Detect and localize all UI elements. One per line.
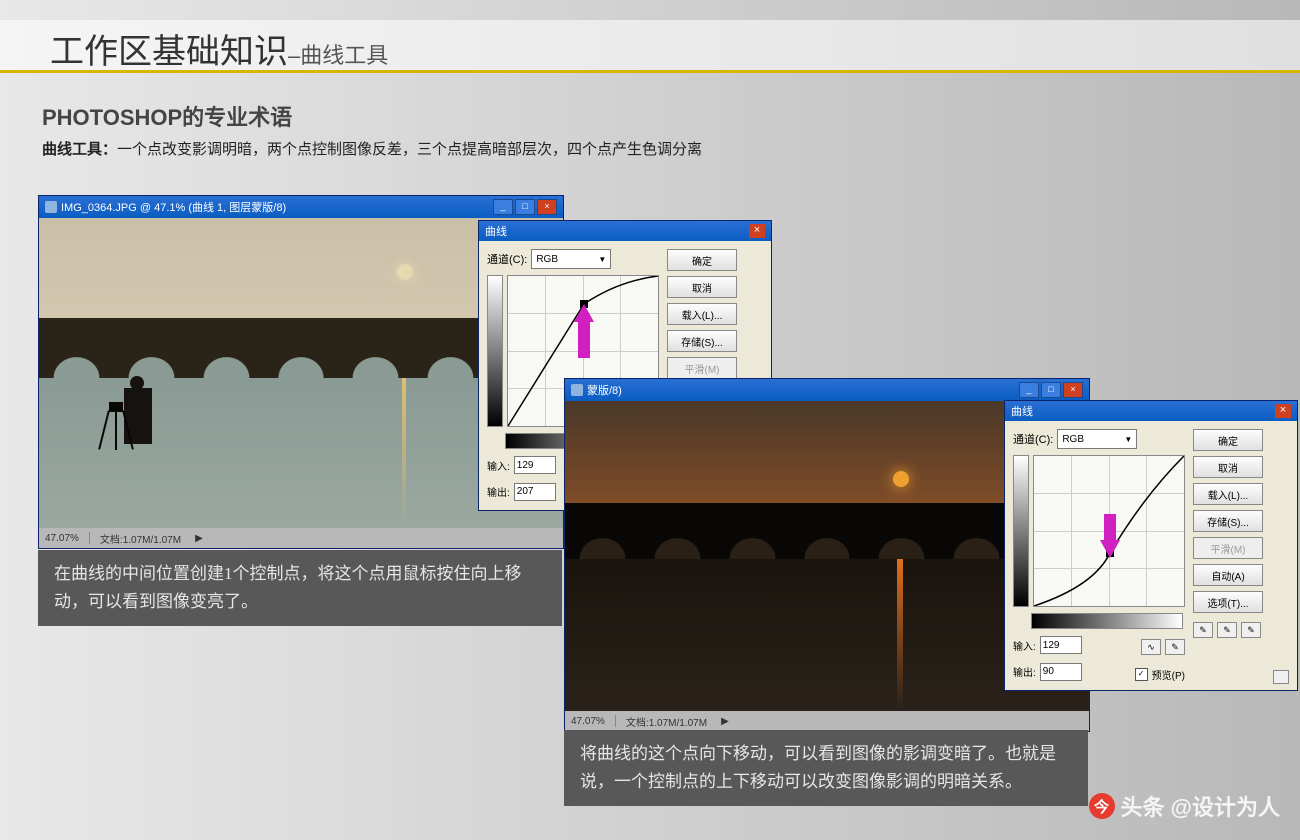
watermark: 今 头条 @设计为人 bbox=[1089, 790, 1280, 822]
doc-size: 文档:1.07M/1.07M bbox=[100, 531, 181, 546]
watermark-brand: 头条 bbox=[1121, 790, 1165, 822]
save-button[interactable]: 存储(S)... bbox=[1193, 510, 1263, 532]
sun-icon bbox=[397, 264, 413, 280]
minimize-button[interactable]: _ bbox=[493, 199, 513, 215]
pencil-tool-icon[interactable]: ✎ bbox=[1165, 639, 1185, 655]
vertical-gradient bbox=[487, 275, 503, 427]
down-arrow-icon bbox=[1100, 540, 1120, 558]
input-field[interactable] bbox=[514, 456, 556, 474]
chevron-down-icon: ▼ bbox=[598, 255, 606, 264]
chevron-down-icon: ▼ bbox=[1124, 435, 1132, 444]
tool-label: 曲线工具： bbox=[42, 141, 117, 158]
close-icon[interactable]: × bbox=[749, 224, 765, 238]
sun-icon bbox=[893, 471, 909, 487]
window-controls: _ □ × bbox=[1019, 382, 1083, 398]
window-titlebar[interactable]: IMG_0364.JPG @ 47.1% (曲线 1, 图层蒙版/8) _ □ … bbox=[39, 196, 563, 218]
output-field[interactable] bbox=[514, 483, 556, 501]
curve-tool-icon[interactable]: ∿ bbox=[1141, 639, 1161, 655]
options-button[interactable]: 选项(T)... bbox=[1193, 591, 1263, 613]
close-icon[interactable]: × bbox=[1275, 404, 1291, 418]
curves-dialog-2[interactable]: 曲线 × 通道(C): RGB ▼ bbox=[1004, 400, 1298, 691]
channel-value: RGB bbox=[1062, 434, 1084, 445]
title-strip: 工作区基础知识–曲线工具 bbox=[0, 20, 1300, 73]
close-button[interactable]: × bbox=[537, 199, 557, 215]
dialog-title: 曲线 bbox=[485, 223, 507, 239]
title-main: 工作区基础知识 bbox=[50, 33, 288, 71]
maximize-button[interactable]: □ bbox=[1041, 382, 1061, 398]
zoom-level[interactable]: 47.07% bbox=[571, 716, 605, 727]
load-button[interactable]: 载入(L)... bbox=[1193, 483, 1263, 505]
smooth-button[interactable]: 平滑(M) bbox=[667, 357, 737, 379]
white-eyedropper-icon[interactable]: ✎ bbox=[1241, 622, 1261, 638]
close-button[interactable]: × bbox=[1063, 382, 1083, 398]
caption-1: 在曲线的中间位置创建1个控制点，将这个点用鼠标按住向上移动，可以看到图像变亮了。 bbox=[38, 550, 562, 626]
input-field[interactable] bbox=[1040, 636, 1082, 654]
tripod-silhouette bbox=[99, 410, 133, 450]
channel-value: RGB bbox=[536, 254, 558, 265]
up-arrow-icon bbox=[574, 304, 594, 322]
zoom-level[interactable]: 47.07% bbox=[45, 533, 79, 544]
minimize-button[interactable]: _ bbox=[1019, 382, 1039, 398]
page-title: 工作区基础知识–曲线工具 bbox=[50, 24, 388, 73]
toutiao-logo-icon: 今 bbox=[1089, 793, 1115, 819]
ok-button[interactable]: 确定 bbox=[1193, 429, 1263, 451]
horizontal-gradient bbox=[1031, 613, 1183, 629]
window-title: IMG_0364.JPG @ 47.1% (曲线 1, 图层蒙版/8) bbox=[61, 199, 286, 215]
window-controls: _ □ × bbox=[493, 199, 557, 215]
dialog-titlebar[interactable]: 曲线 × bbox=[1005, 401, 1297, 421]
title-sub: –曲线工具 bbox=[288, 43, 388, 68]
tool-description: 一个点改变影调明暗，两个点控制图像反差，三个点提高暗部层次，四个点产生色调分离 bbox=[117, 141, 702, 158]
channel-label: 通道(C): bbox=[487, 251, 527, 267]
window-title: 蒙版/8) bbox=[587, 382, 622, 398]
cancel-button[interactable]: 取消 bbox=[1193, 456, 1263, 478]
channel-select[interactable]: RGB ▼ bbox=[1057, 429, 1137, 449]
section-paragraph: 曲线工具：一个点改变影调明暗，两个点控制图像反差，三个点提高暗部层次，四个点产生… bbox=[42, 138, 702, 159]
dialog-title: 曲线 bbox=[1011, 403, 1033, 419]
output-label: 输出: bbox=[487, 484, 510, 499]
status-bar: 47.07% 文档:1.07M/1.07M ▶ bbox=[39, 528, 563, 548]
input-label: 输入: bbox=[487, 458, 510, 473]
output-field[interactable] bbox=[1040, 663, 1082, 681]
ok-button[interactable]: 确定 bbox=[667, 249, 737, 271]
gray-eyedropper-icon[interactable]: ✎ bbox=[1217, 622, 1237, 638]
dialog-titlebar[interactable]: 曲线 × bbox=[479, 221, 771, 241]
doc-size: 文档:1.07M/1.07M bbox=[626, 714, 707, 729]
curve-graph[interactable] bbox=[1033, 455, 1185, 607]
maximize-button[interactable]: □ bbox=[515, 199, 535, 215]
input-label: 输入: bbox=[1013, 638, 1036, 653]
auto-button[interactable]: 自动(A) bbox=[1193, 564, 1263, 586]
app-icon bbox=[571, 384, 583, 396]
preview-checkbox[interactable]: ✓ bbox=[1135, 668, 1148, 681]
cancel-button[interactable]: 取消 bbox=[667, 276, 737, 298]
app-icon bbox=[45, 201, 57, 213]
section-heading: PHOTOSHOP的专业术语 bbox=[42, 100, 292, 132]
expand-icon[interactable] bbox=[1273, 670, 1289, 684]
save-button[interactable]: 存储(S)... bbox=[667, 330, 737, 352]
channel-label: 通道(C): bbox=[1013, 431, 1053, 447]
black-eyedropper-icon[interactable]: ✎ bbox=[1193, 622, 1213, 638]
watermark-author: @设计为人 bbox=[1171, 790, 1280, 822]
load-button[interactable]: 载入(L)... bbox=[667, 303, 737, 325]
vertical-gradient bbox=[1013, 455, 1029, 607]
status-bar: 47.07% 文档:1.07M/1.07M ▶ bbox=[565, 711, 1089, 731]
smooth-button[interactable]: 平滑(M) bbox=[1193, 537, 1263, 559]
channel-select[interactable]: RGB ▼ bbox=[531, 249, 611, 269]
preview-label: 预览(P) bbox=[1152, 667, 1185, 682]
output-label: 输出: bbox=[1013, 664, 1036, 679]
window-titlebar[interactable]: 蒙版/8) _ □ × bbox=[565, 379, 1089, 401]
caption-2: 将曲线的这个点向下移动，可以看到图像的影调变暗了。也就是说，一个控制点的上下移动… bbox=[564, 730, 1088, 806]
